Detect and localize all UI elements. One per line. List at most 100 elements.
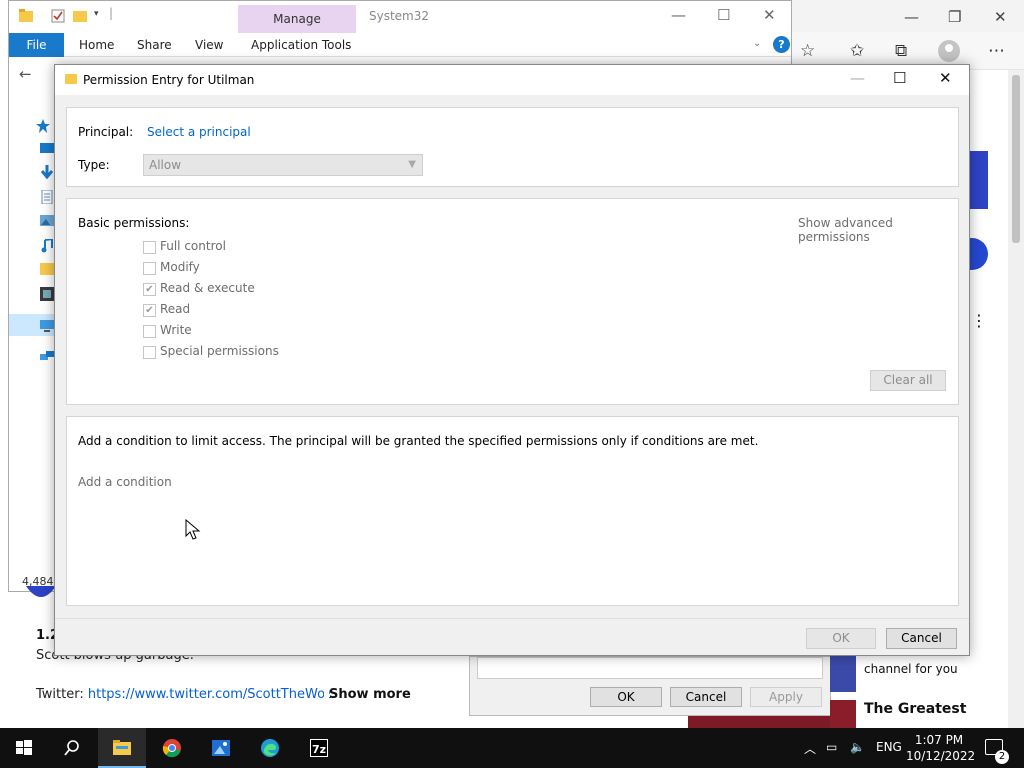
chevron-down-icon: ▼	[408, 159, 416, 170]
tab-view[interactable]: View	[195, 38, 223, 52]
downloads-icon[interactable]	[40, 165, 54, 179]
close-icon[interactable]: ✕	[939, 69, 952, 87]
clock-time: 1:07 PM	[914, 733, 964, 747]
folder-icon[interactable]	[40, 262, 54, 276]
show-more-button[interactable]: Show more	[329, 687, 411, 702]
windows-logo-icon	[16, 740, 32, 755]
twitter-link[interactable]: https://www.twitter.com/ScottTheWoz	[88, 687, 332, 702]
chrome-icon	[162, 739, 181, 758]
checkbox[interactable]	[143, 241, 156, 254]
taskbar-7zip[interactable]: 7z	[295, 728, 343, 768]
svg-text:7z: 7z	[312, 743, 326, 756]
pictures-icon[interactable]	[40, 214, 54, 228]
music-icon[interactable]	[40, 239, 54, 253]
close-icon[interactable]: ✕	[763, 6, 776, 24]
window-title: System32	[369, 9, 430, 23]
taskbar-chrome[interactable]	[148, 728, 196, 768]
search-button[interactable]	[48, 728, 96, 768]
ribbon-tabs: File Home Share View Application Tools ⌄	[9, 33, 791, 57]
clock[interactable]: 1:07 PM 10/12/2022	[906, 732, 976, 764]
checkbox[interactable]	[143, 262, 156, 275]
edge-icon	[261, 739, 279, 757]
taskbar-file-explorer[interactable]	[98, 728, 146, 768]
maximize-icon[interactable]: ☐	[717, 6, 730, 24]
separator: |	[109, 6, 114, 20]
ok-button[interactable]: OK	[806, 628, 876, 649]
checkbox-checked[interactable]: ✔	[143, 304, 156, 317]
add-favorite-icon[interactable]: ☆	[800, 41, 815, 61]
clock-date: 10/12/2022	[906, 749, 976, 763]
twitter-line: Twitter: https://www.twitter.com/ScottTh…	[36, 687, 332, 702]
select-principal-link[interactable]: Select a principal	[147, 125, 251, 139]
recommendation-title[interactable]: The Greatest	[864, 701, 966, 717]
checkbox[interactable]	[143, 346, 156, 359]
documents-icon[interactable]	[40, 190, 54, 204]
maximize-icon[interactable]: ☐	[893, 69, 906, 87]
language-indicator[interactable]: ENG	[876, 740, 902, 754]
cancel-button-behind[interactable]: Cancel	[670, 687, 742, 707]
folder-icon	[19, 9, 33, 22]
type-dropdown[interactable]: Allow ▼	[143, 154, 423, 176]
quick-access-dropdown-icon[interactable]: ▾	[94, 9, 99, 19]
browser-titlebar: — ❐ ✕	[792, 0, 1024, 32]
start-button[interactable]	[0, 728, 48, 768]
tab-manage[interactable]: Manage	[238, 5, 356, 33]
tab-application-tools[interactable]: Application Tools	[251, 38, 351, 52]
principal-panel: Principal: Select a principal Type: Allo…	[66, 107, 959, 187]
show-advanced-permissions-link[interactable]: Show advanced permissions	[798, 216, 958, 244]
security-dialog-behind: OK Cancel Apply	[469, 656, 831, 716]
video-thumbnail[interactable]	[830, 656, 856, 692]
close-icon[interactable]: ✕	[994, 8, 1007, 26]
basic-permissions-label: Basic permissions:	[78, 216, 190, 230]
checkbox[interactable]	[143, 325, 156, 338]
more-options-icon[interactable]: ⋮	[971, 311, 987, 330]
video-thumbnail[interactable]	[830, 700, 856, 728]
basic-permissions-panel: Basic permissions: Show advanced permiss…	[66, 198, 959, 405]
type-value: Allow	[149, 158, 182, 172]
condition-panel: Add a condition to limit access. The pri…	[66, 416, 959, 606]
scrollbar-thumb[interactable]	[1012, 75, 1020, 243]
back-arrow-icon[interactable]: ←	[19, 65, 32, 83]
minimize-icon[interactable]: —	[671, 6, 686, 24]
permission-label: Write	[160, 323, 192, 337]
7zip-icon: 7z	[310, 739, 328, 757]
permission-label: Modify	[160, 260, 200, 274]
apply-button-behind[interactable]: Apply	[750, 687, 822, 707]
checkbox-checked[interactable]: ✔	[143, 283, 156, 296]
ok-button-behind[interactable]: OK	[590, 687, 662, 707]
network-icon[interactable]	[40, 351, 54, 365]
minimize-icon[interactable]: —	[904, 8, 919, 26]
network-status-icon[interactable]: ▭	[826, 740, 837, 754]
more-icon[interactable]: ⋯	[988, 41, 1005, 61]
restore-icon[interactable]: ❐	[948, 8, 961, 26]
desktop-icon[interactable]	[40, 142, 54, 156]
taskbar-photos[interactable]	[197, 728, 245, 768]
videos-icon[interactable]	[40, 287, 54, 301]
tab-file[interactable]: File	[9, 33, 64, 57]
profile-avatar[interactable]	[938, 40, 960, 62]
condition-description: Add a condition to limit access. The pri…	[78, 434, 759, 448]
taskbar-edge[interactable]	[246, 728, 294, 768]
add-condition-link[interactable]: Add a condition	[78, 475, 172, 489]
favorites-icon[interactable]: ✩	[850, 41, 864, 61]
behind-dialog-field	[477, 657, 823, 679]
help-icon[interactable]: ?	[773, 36, 790, 53]
show-hidden-icons-icon[interactable]: ︿	[804, 740, 816, 757]
volume-icon[interactable]: 🔈	[850, 740, 865, 754]
collections-icon[interactable]: ⧉	[895, 41, 907, 61]
mouse-cursor-icon	[185, 519, 201, 540]
properties-icon[interactable]	[51, 9, 65, 23]
permission-entry-dialog: Permission Entry for Utilman — ☐ ✕ Princ…	[54, 64, 970, 656]
principal-label: Principal:	[78, 125, 134, 139]
search-icon	[64, 740, 79, 756]
tab-home[interactable]: Home	[79, 38, 114, 52]
dialog-footer: OK Cancel	[55, 618, 969, 655]
new-folder-icon[interactable]	[73, 9, 87, 23]
this-pc-icon[interactable]	[40, 319, 54, 333]
tab-share[interactable]: Share	[137, 38, 172, 52]
minimize-icon: —	[850, 69, 865, 87]
cancel-button[interactable]: Cancel	[886, 628, 957, 649]
expand-ribbon-icon[interactable]: ⌄	[753, 38, 761, 49]
quick-access-star-icon[interactable]	[36, 119, 50, 133]
clear-all-button[interactable]: Clear all	[870, 370, 946, 391]
